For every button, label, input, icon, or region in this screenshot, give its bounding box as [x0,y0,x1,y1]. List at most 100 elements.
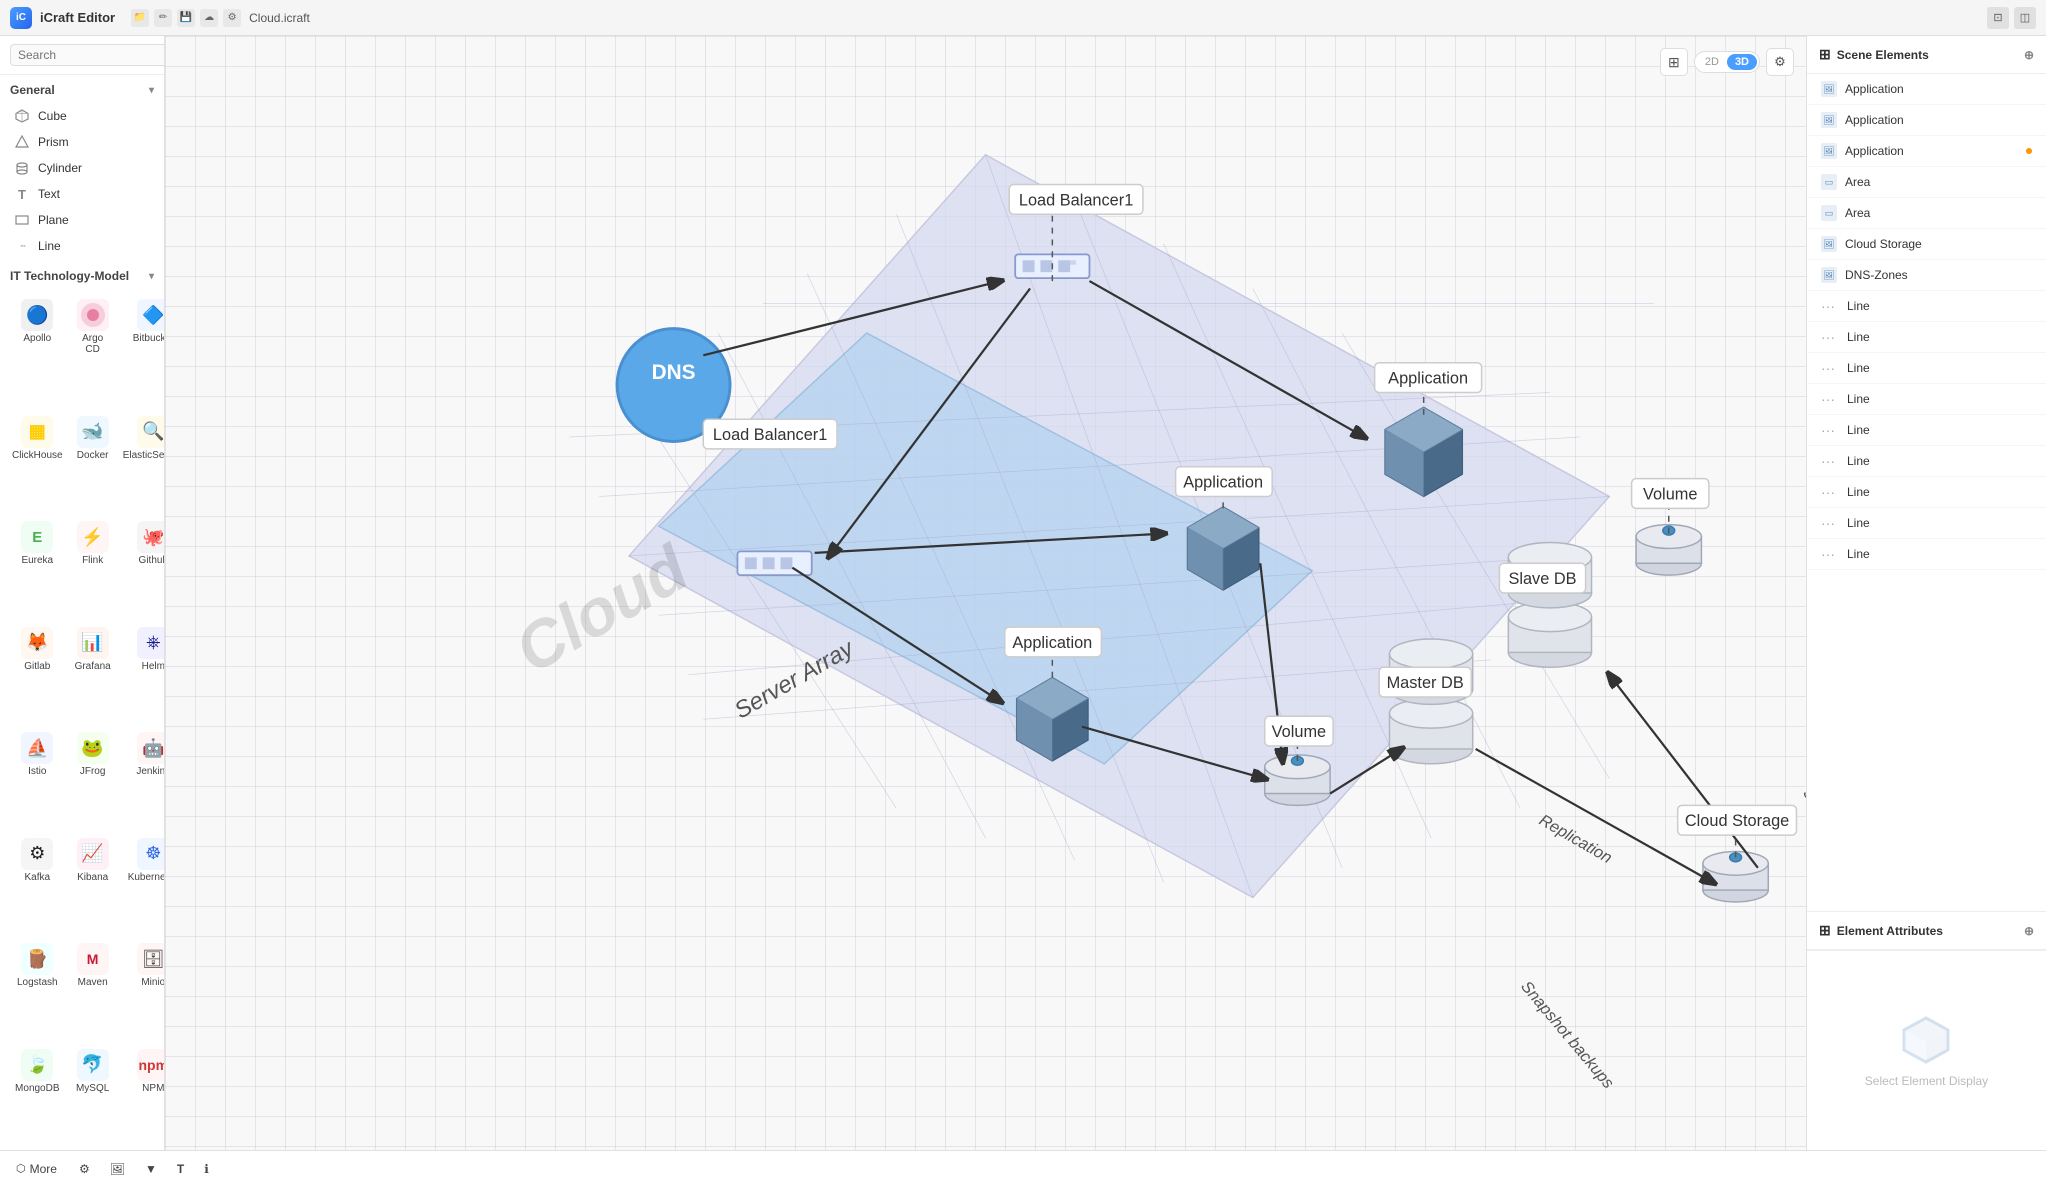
toolbar-text-btn[interactable]: T [171,1158,190,1180]
attr-header: ⊞ Element Attributes ⊕ [1807,912,2046,950]
scene-item-line-5[interactable]: ··· Line [1807,415,2046,446]
settings-icon: ⚙ [79,1162,90,1176]
tech-item-minio[interactable]: 🗄 Minio [119,937,164,1039]
canvas-background: ⊞ 2D 3D ⚙ [165,36,1806,1150]
scene-item-line-4[interactable]: ··· Line [1807,384,2046,415]
2d-option[interactable]: 2D [1697,54,1727,70]
scene-elements-header: ⊞ Scene Elements ⊕ [1807,36,2046,74]
sidebar-item-prism[interactable]: Prism [0,129,164,155]
tech-item-jfrog[interactable]: 🐸 JFrog [71,726,115,828]
tech-item-clickhouse[interactable]: ▦ ClickHouse [8,410,67,512]
file-icon-cloud[interactable]: ☁ [200,9,218,27]
tech-item-apollo[interactable]: 🔵 Apollo [8,293,67,406]
tech-item-flink[interactable]: ⚡ Flink [71,515,115,617]
tech-item-istio[interactable]: ⛵ Istio [8,726,67,828]
toolbar-dropdown-btn[interactable]: ▼ [139,1158,163,1180]
titlebar: iC iCraft Editor 📁 ✏ 💾 ☁ ⚙ Cloud.icraft … [0,0,2046,36]
toolbar-settings-btn[interactable]: ⚙ [73,1158,96,1180]
window-btn-2[interactable]: ◫ [2014,7,2036,29]
bottom-toolbar: ⬡ More ⚙ 🖼 ▼ T ℹ [0,1150,2046,1186]
sidebar-item-line[interactable]: ··· Line [0,233,164,259]
tech-section-header[interactable]: IT Technology-Model ▾ [0,261,164,287]
scene-item-line-3[interactable]: ··· Line [1807,353,2046,384]
tech-item-maven[interactable]: M Maven [71,937,115,1039]
tech-item-grafana[interactable]: 📊 Grafana [71,621,115,723]
scene-item-line-6[interactable]: ··· Line [1807,446,2046,477]
attr-section: ⊞ Element Attributes ⊕ Select Element Di… [1807,911,2046,1150]
file-icon-folder[interactable]: 📁 [131,9,149,27]
tech-item-elasticsearch[interactable]: 🔍 ElasticSearch [119,410,164,512]
dropdown-arrow-icon: ▼ [145,1162,157,1176]
tech-item-docker[interactable]: 🐋 Docker [71,410,115,512]
canvas-settings-btn[interactable]: ⚙ [1766,48,1794,76]
filename: Cloud.icraft [249,11,310,25]
app-icon: iC [10,7,32,29]
general-section-header[interactable]: General ▾ [0,75,164,101]
svg-text:Master DB: Master DB [1387,674,1464,692]
file-icon-settings[interactable]: ⚙ [223,9,241,27]
sidebar-item-plane[interactable]: Plane [0,207,164,233]
tech-item-logstash[interactable]: 🪵 Logstash [8,937,67,1039]
tech-item-kibana[interactable]: 📈 Kibana [71,832,115,934]
grid-view-btn[interactable]: ⊞ [1660,48,1688,76]
tech-item-gitlab[interactable]: 🦊 Gitlab [8,621,67,723]
scene-item-line-8[interactable]: ··· Line [1807,508,2046,539]
tech-item-argocd[interactable]: Argo CD [71,293,115,406]
tech-item-npm[interactable]: npm NPM [119,1043,164,1145]
3d-option[interactable]: 3D [1727,54,1757,70]
file-icon-edit[interactable]: ✏ [154,9,172,27]
scene-item-application-1[interactable]: 🖼 Application [1807,74,2046,105]
attr-expand-btn[interactable]: ⊕ [2024,924,2034,938]
scene-item-cloudstorage[interactable]: 🖼 Cloud Storage [1807,229,2046,260]
sidebar-item-cube[interactable]: Cube [0,103,164,129]
scene-item-application-2[interactable]: 🖼 Application [1807,105,2046,136]
modified-dot [2026,148,2032,154]
more-button[interactable]: ⬡ More [8,1158,65,1180]
toolbar-info-btn[interactable]: ℹ [198,1158,215,1180]
attr-title: Element Attributes [1837,924,1943,938]
prism-label: Prism [38,135,69,149]
general-chevron-icon: ▾ [149,85,154,96]
tech-item-jenkins[interactable]: 🤖 Jenkins [119,726,164,828]
scene-item-line-7[interactable]: ··· Line [1807,477,2046,508]
svg-text:Volume: Volume [1272,723,1326,741]
tech-grid: 🔵 Apollo Argo CD 🔷 Bitbucket ▦ ClickHous… [0,287,164,1150]
svg-text:Replication: Replication [1536,811,1615,867]
scene-elements-title: Scene Elements [1837,48,1929,62]
scene-item-line-9[interactable]: ··· Line [1807,539,2046,570]
cube-icon [14,108,30,124]
scene-expand-btn[interactable]: ⊕ [2024,48,2034,62]
search-input[interactable] [10,44,165,66]
tech-item-eureka[interactable]: E Eureka [8,515,67,617]
tech-item-bitbucket[interactable]: 🔷 Bitbucket [119,293,164,406]
sidebar-item-text[interactable]: T Text [0,181,164,207]
tech-item-helm[interactable]: ⎈ Helm [119,621,164,723]
scene-app-icon-2: 🖼 [1821,112,1837,128]
prism-icon [14,134,30,150]
file-icon-save[interactable]: 💾 [177,9,195,27]
scene-item-area-2[interactable]: ▭ Area [1807,198,2046,229]
line-icon-5: ··· [1821,422,1835,438]
scene-item-dnszones[interactable]: 🖼 DNS-Zones [1807,260,2046,291]
window-btn-1[interactable]: ⊡ [1987,7,2009,29]
plane-icon [14,212,30,228]
sidebar-item-cylinder[interactable]: Cylinder [0,155,164,181]
3d-toggle[interactable]: 2D 3D [1694,51,1760,73]
scene-item-line-2[interactable]: ··· Line [1807,322,2046,353]
window-controls: ⊡ ◫ [1987,7,2036,29]
tech-item-mongodb[interactable]: 🍃 MongoDB [8,1043,67,1145]
line-icon-4: ··· [1821,391,1835,407]
tech-item-kubernetes[interactable]: ☸ Kubernetes [119,832,164,934]
info-icon: ℹ [204,1162,209,1176]
line-icon-6: ··· [1821,453,1835,469]
tech-item-github[interactable]: 🐙 Github [119,515,164,617]
tech-item-kafka[interactable]: ⚙ Kafka [8,832,67,934]
toolbar-image-btn[interactable]: 🖼 [104,1158,131,1180]
scene-item-line-1[interactable]: ··· Line [1807,291,2046,322]
canvas-area[interactable]: ⊞ 2D 3D ⚙ [165,36,1806,1150]
tech-item-mysql[interactable]: 🐬 MySQL [71,1043,115,1145]
text-format-icon: T [177,1162,184,1176]
scene-cloud-icon: 🖼 [1821,236,1837,252]
scene-item-application-3[interactable]: 🖼 Application [1807,136,2046,167]
scene-item-area-1[interactable]: ▭ Area [1807,167,2046,198]
